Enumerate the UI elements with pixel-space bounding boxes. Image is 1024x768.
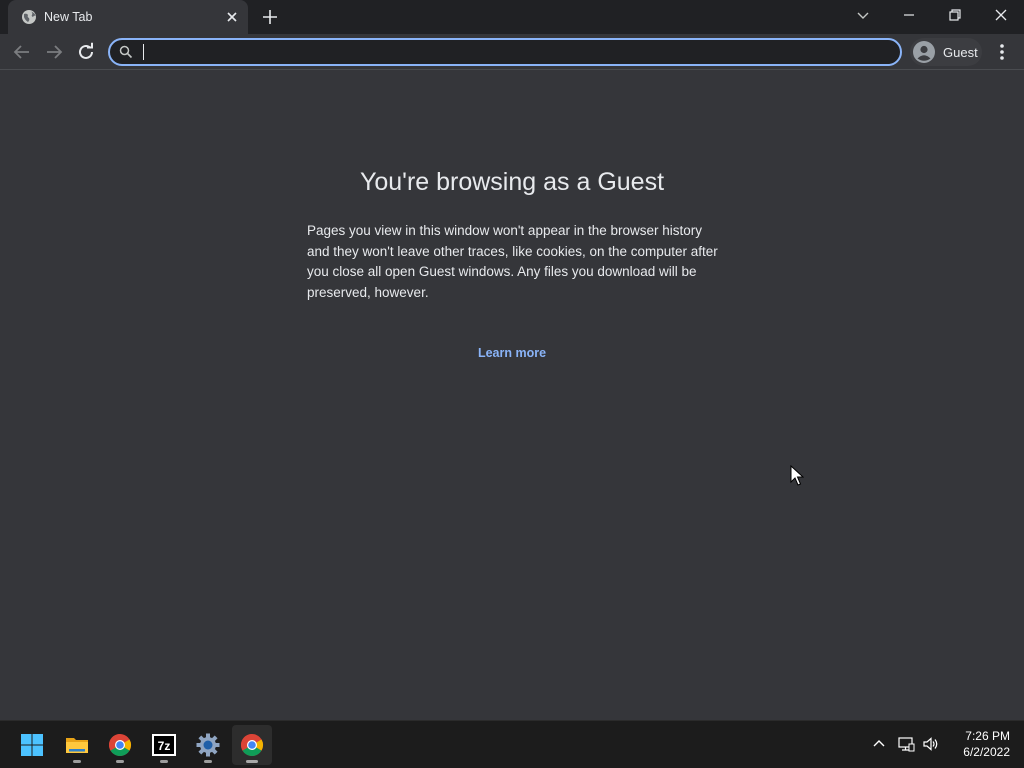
close-tab-icon[interactable] (224, 9, 240, 25)
speaker-icon[interactable] (922, 735, 940, 753)
taskbar-file-explorer[interactable] (57, 725, 97, 765)
address-input[interactable] (140, 42, 880, 62)
chevron-up-icon[interactable] (870, 735, 888, 753)
browser-toolbar: Guest (0, 34, 1024, 70)
avatar-icon (913, 41, 935, 63)
chrome-icon (109, 734, 131, 756)
profile-label: Guest (943, 45, 978, 60)
address-bar[interactable] (108, 38, 902, 66)
text-caret (143, 44, 144, 60)
active-indicator (246, 760, 258, 763)
tab-new-tab[interactable]: New Tab (8, 0, 248, 34)
forward-arrow-icon[interactable] (42, 40, 66, 64)
windows-logo-icon (21, 734, 43, 756)
folder-icon (66, 738, 88, 753)
guest-description: Pages you view in this window won't appe… (307, 223, 718, 301)
tab-title: New Tab (44, 10, 93, 24)
page-title: You're browsing as a Guest (359, 168, 665, 196)
taskbar-chrome-active[interactable] (232, 725, 272, 765)
minimize-icon (904, 14, 914, 16)
tab-search-button[interactable] (840, 0, 886, 30)
close-window-button[interactable] (978, 0, 1024, 30)
taskbar-7zip[interactable]: 7z (144, 725, 184, 765)
chrome-icon (241, 734, 263, 756)
7zip-label: 7z (158, 739, 171, 753)
profile-button[interactable]: Guest (910, 38, 982, 66)
close-icon (995, 9, 1007, 21)
start-button[interactable] (12, 725, 52, 765)
network-icon[interactable] (897, 735, 915, 753)
tab-strip: New Tab (0, 0, 1024, 34)
reload-icon[interactable] (74, 40, 98, 64)
back-arrow-icon[interactable] (10, 40, 34, 64)
clock-time: 7:26 PM (965, 729, 1010, 743)
chevron-down-icon (857, 12, 869, 19)
taskbar-chrome[interactable] (100, 725, 140, 765)
running-indicator (73, 760, 81, 763)
globe-icon (22, 10, 36, 24)
running-indicator (204, 760, 212, 763)
minimize-button[interactable] (886, 0, 932, 30)
restore-button[interactable] (932, 0, 978, 30)
7zip-icon: 7z (152, 734, 176, 756)
mouse-cursor-icon (790, 465, 804, 486)
restore-icon (949, 9, 961, 21)
new-tab-icon[interactable] (260, 7, 280, 27)
running-indicator (160, 760, 168, 763)
taskbar-clock[interactable]: 7:26 PM 6/2/2022 (944, 728, 1010, 760)
running-indicator (116, 760, 124, 763)
clock-date: 6/2/2022 (963, 745, 1010, 759)
kebab-menu-icon[interactable] (993, 40, 1011, 64)
learn-more-link[interactable]: Learn more (0, 346, 1024, 360)
gear-icon (196, 733, 220, 757)
taskbar-settings[interactable] (188, 725, 228, 765)
search-icon (119, 45, 133, 59)
